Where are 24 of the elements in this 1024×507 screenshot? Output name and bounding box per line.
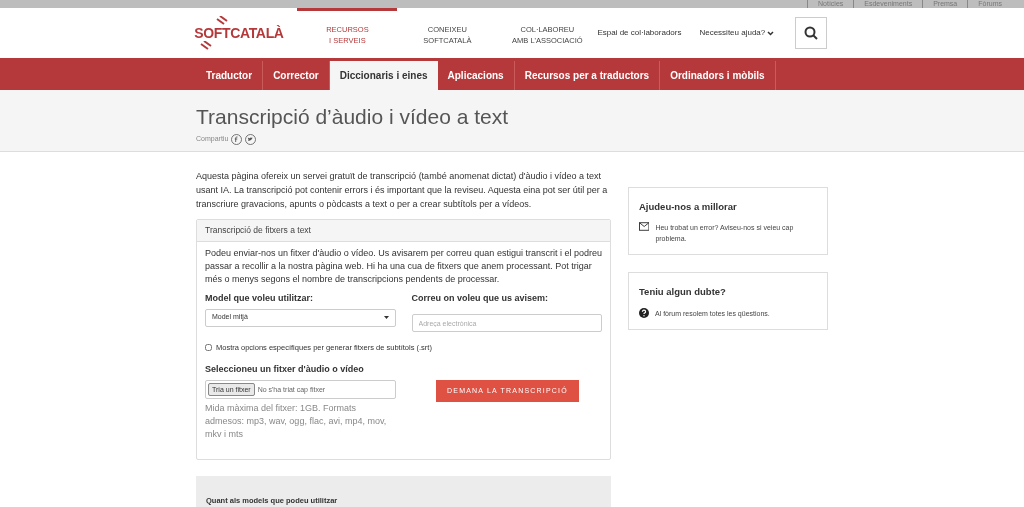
search-icon: [804, 26, 819, 40]
search-button[interactable]: [795, 17, 827, 49]
card-title: Teniu algun dubte?: [639, 285, 727, 300]
logo[interactable]: SOFTCATALÀ: [194, 25, 284, 41]
panel-title: Transcripció de fitxers a text: [205, 224, 311, 237]
nav-tab[interactable]: Diccionaris i eines: [329, 61, 438, 90]
help-menu[interactable]: Necessiteu ajuda?: [699, 27, 775, 39]
twitter-icon[interactable]: [245, 134, 257, 145]
page-title: Transcripció d’àudio i vídeo a text: [196, 104, 510, 130]
model-label: Model que voleu utilitzar:: [205, 292, 314, 305]
collaborators-link[interactable]: Espai de col·laboradors: [597, 27, 682, 39]
caret-icon: [383, 316, 389, 319]
file-label: Seleccioneu un fitxer d'àudio o vídeo: [205, 362, 365, 376]
facebook-icon[interactable]: [231, 134, 243, 145]
logo-stripes-icon: [216, 16, 229, 25]
intro-paragraph: Aquesta pàgina ofereix un servei gratuït de transcripció (també anomenat dictat) d'àudio i vídeo a text usant IA. La transcripció pot contenir errors i és important que la reviseu. Aquesta eina pot ser útil per a transcriure gravacions, apunts o pòdcasts a text o per a crear subtítols per a vídeos.: [196, 170, 609, 211]
subtitles-checkbox[interactable]: [205, 343, 212, 351]
question-icon: [639, 307, 649, 318]
panel-description: Podeu enviar-nos un fitxer d'àudio o vídeo. Us avisarem per correu quan estigui transcrit i el podreu passar a recollir a la nostra pàgina web. Hi ha una cua de fitxers que anem processant. Pot trigar més o menys segons el nombre de transcripcions pendents de processar.: [205, 247, 602, 286]
logo-stripes-icon: [200, 41, 213, 50]
card-title: Ajudeu-nos a millorar: [639, 200, 738, 214]
envelope-icon: [639, 222, 650, 232]
chevron-down-icon: [767, 30, 775, 36]
email-label: Correu on voleu que us avisem:: [411, 292, 550, 305]
